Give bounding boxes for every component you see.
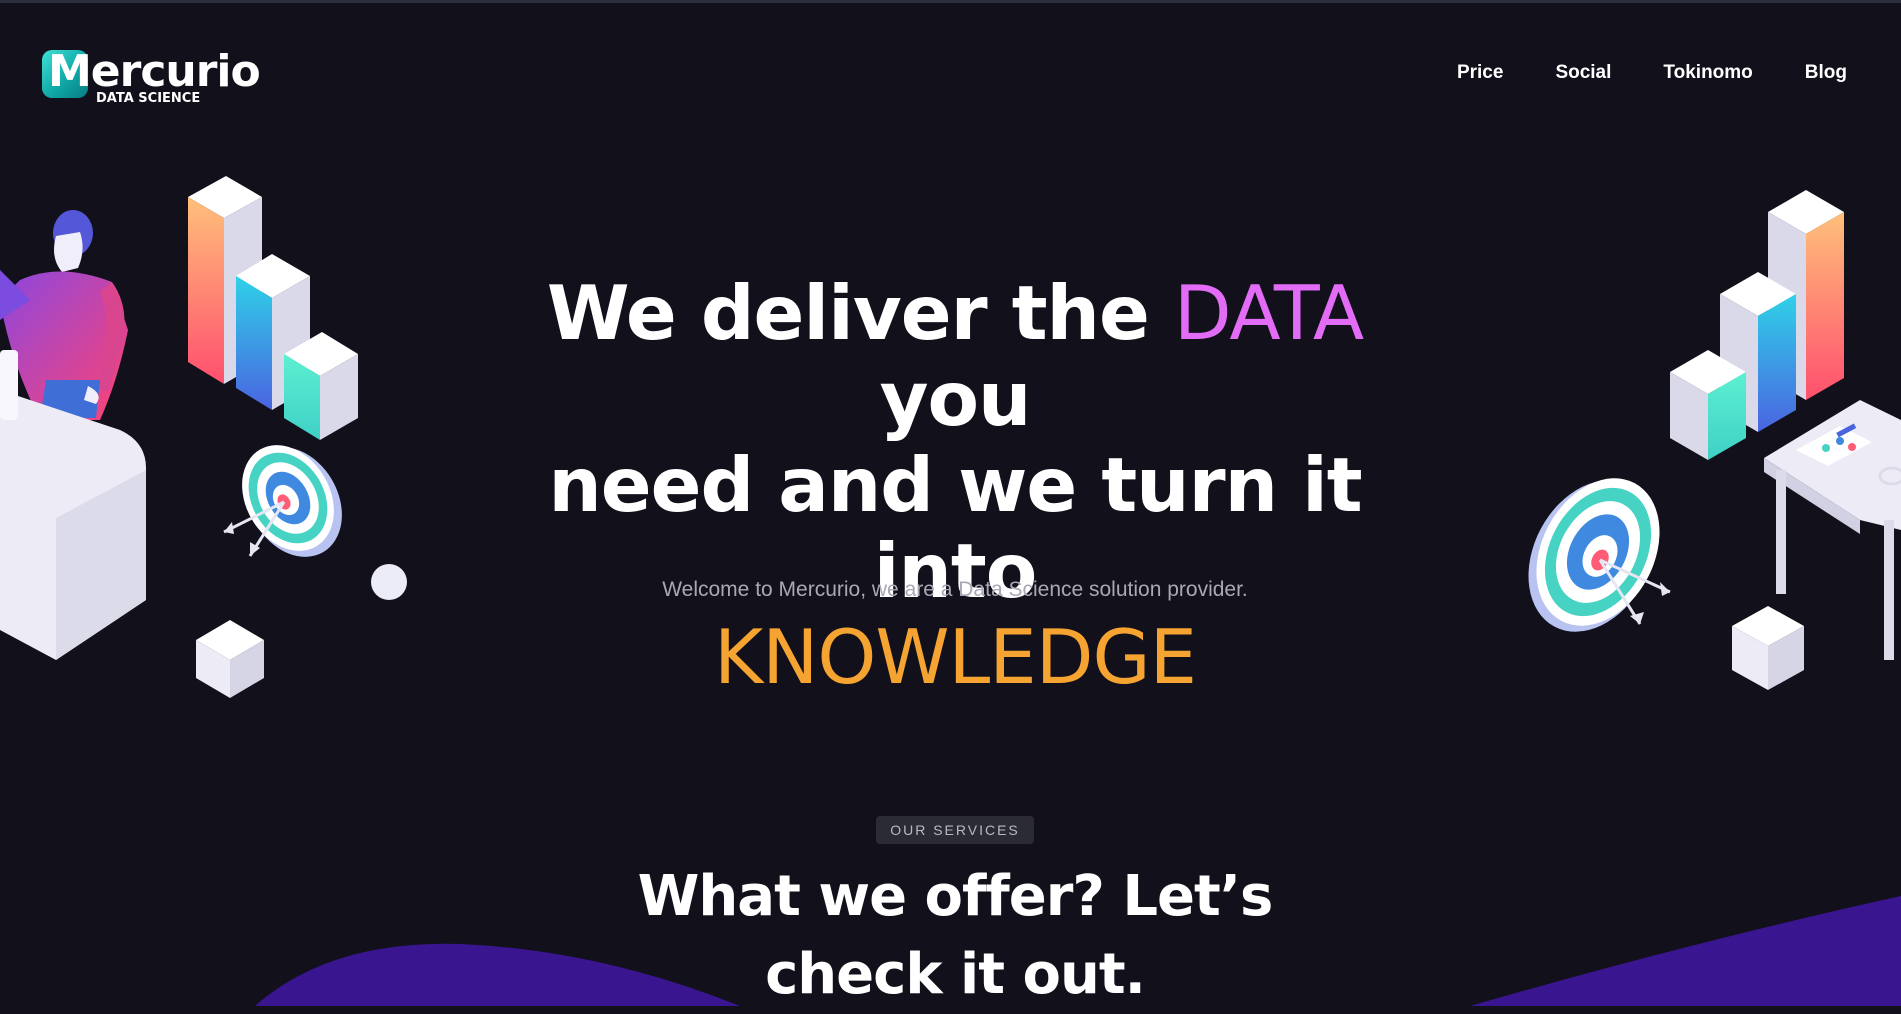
nav-link-tokinomo[interactable]: Tokinomo [1663,62,1752,84]
services-badge: OUR SERVICES [876,816,1034,844]
hero-line1-post: you [879,355,1032,443]
hero-highlight-data: DATA [1173,269,1364,357]
nav-link-price[interactable]: Price [1457,62,1503,84]
services-title-line1: What we offer? Let’s [637,864,1274,929]
right-small-cube [1732,606,1804,690]
left-bar-chart [188,176,358,440]
bottom-wave-right [1470,896,1901,1006]
logo-tagline: DATA SCIENCE [96,91,201,106]
hero-highlight-knowledge: KNOWLEDGE [714,613,1197,701]
nav-link-blog[interactable]: Blog [1805,62,1847,84]
person-illustration [0,210,128,420]
left-small-cube [196,620,264,698]
left-target [223,445,342,557]
right-bar-chart [1670,190,1844,460]
left-sphere [371,564,407,600]
nav-link-social[interactable]: Social [1555,62,1611,84]
hero-headline: We deliver the DATA you need and we turn… [500,270,1410,700]
services-title: What we offer? Let’s check it out. [620,858,1290,1014]
right-target [1528,478,1671,632]
hero-subtitle: Welcome to Mercurio, we are a Data Scien… [662,578,1248,601]
hero-line1-pre: We deliver the [546,269,1174,357]
services-title-line2: check it out. [765,942,1146,1007]
logo[interactable]: Mercurio DATA SCIENCE [40,46,261,106]
main-nav: Price Social Tokinomo Blog [1405,62,1847,84]
